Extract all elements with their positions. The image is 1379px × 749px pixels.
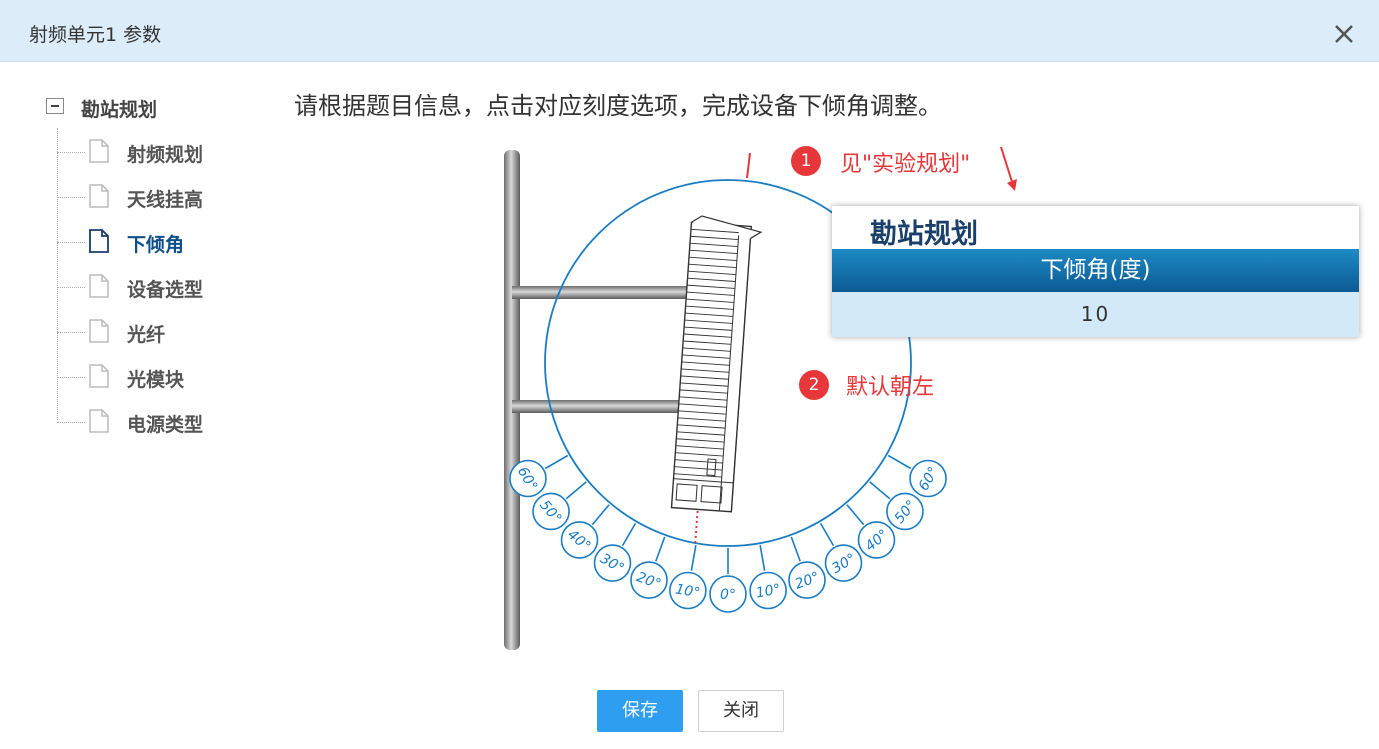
dialog-titlebar: 射频单元1 参数 (0, 0, 1379, 62)
scale-tick (759, 545, 766, 571)
file-icon (89, 139, 109, 163)
angle-option-left-30[interactable]: 30° (593, 544, 632, 582)
mounting-arm-upper (512, 286, 712, 299)
antenna-unit (670, 215, 763, 513)
scale-tick (655, 536, 666, 562)
scale-tick (690, 545, 697, 571)
tree-item-label: 电源类型 (127, 414, 204, 436)
callout-value: 10 (832, 292, 1359, 337)
file-icon (89, 364, 109, 388)
scale-tick (869, 481, 891, 500)
tree-item-rf-planning[interactable]: 射频规划 (57, 139, 257, 167)
scale-tick (819, 522, 835, 547)
file-icon (89, 184, 109, 208)
annotation-arrow-icon (1000, 146, 1017, 191)
annotation-badge-2: 2 (799, 370, 829, 400)
annotation-badge-1: 1 (791, 146, 821, 176)
callout-title: 勘站规划 (870, 219, 978, 250)
angle-option-right-60[interactable]: 60° (909, 459, 947, 498)
file-icon (89, 319, 109, 343)
angle-option-label: 0° (720, 587, 736, 603)
vertical-reference-line (694, 505, 699, 547)
angle-option-right-50[interactable]: 50° (886, 492, 924, 531)
tree-item-label: 光纤 (127, 324, 166, 346)
angle-option-left-10[interactable]: 10° (669, 571, 707, 610)
annotation-note-1: 见"实验规划" (840, 152, 971, 177)
scale-tick (621, 522, 637, 547)
tree-item-label: 光模块 (127, 369, 185, 391)
angle-option-right-40[interactable]: 40° (857, 521, 896, 559)
dialog-title: 射频单元1 参数 (29, 24, 162, 46)
collapse-toggle-icon[interactable] (46, 98, 64, 114)
scale-tick (887, 454, 912, 470)
angle-option-left-20[interactable]: 20° (630, 561, 668, 599)
angle-option-center[interactable]: 0° (709, 575, 747, 613)
angle-option-right-10[interactable]: 10° (749, 571, 787, 610)
angle-option-right-20[interactable]: 20° (788, 561, 826, 599)
tree-item-antenna-height[interactable]: 天线挂高 (57, 184, 257, 212)
reference-mark (746, 152, 751, 179)
close-button[interactable]: 关闭 (698, 690, 784, 732)
tree-item-downtilt[interactable]: 下倾角 (57, 229, 257, 257)
file-icon (89, 274, 109, 298)
tree-root-label[interactable]: 勘站规划 (81, 95, 157, 122)
tree-item-equipment-selection[interactable]: 设备选型 (57, 274, 257, 302)
planning-callout: 勘站规划 下倾角(度) 10 (832, 206, 1359, 337)
callout-header: 下倾角(度) (832, 249, 1359, 292)
scale-tick (790, 536, 801, 562)
angle-option-left-60[interactable]: 60° (509, 459, 547, 498)
scale-tick (544, 454, 569, 470)
nav-tree: 勘站规划 射频规划 天线挂高 下倾角 设备选型 光纤 光模块 电源类型 (0, 62, 270, 662)
scale-tick (591, 504, 610, 526)
annotation-note-2: 默认朝左 (846, 375, 935, 400)
angle-option-left-50[interactable]: 50° (532, 492, 570, 531)
angle-option-left-40[interactable]: 40° (560, 521, 599, 559)
tree-item-label: 下倾角 (127, 234, 185, 256)
angle-option-right-30[interactable]: 30° (824, 544, 863, 582)
save-button[interactable]: 保存 (597, 690, 683, 732)
close-icon[interactable] (1330, 20, 1358, 48)
file-icon (89, 409, 109, 433)
instruction-text: 请根据题目信息，点击对应刻度选项，完成设备下倾角调整。 (294, 92, 942, 120)
tree-item-power-type[interactable]: 电源类型 (57, 409, 257, 437)
tree-item-optical-module[interactable]: 光模块 (57, 364, 257, 392)
tree-item-fiber[interactable]: 光纤 (57, 319, 257, 347)
tree-item-label: 设备选型 (127, 279, 204, 301)
scale-tick (846, 504, 865, 526)
tree-item-label: 天线挂高 (127, 189, 204, 211)
file-icon (89, 229, 109, 253)
tree-item-label: 射频规划 (127, 144, 204, 166)
scale-tick (565, 481, 587, 500)
